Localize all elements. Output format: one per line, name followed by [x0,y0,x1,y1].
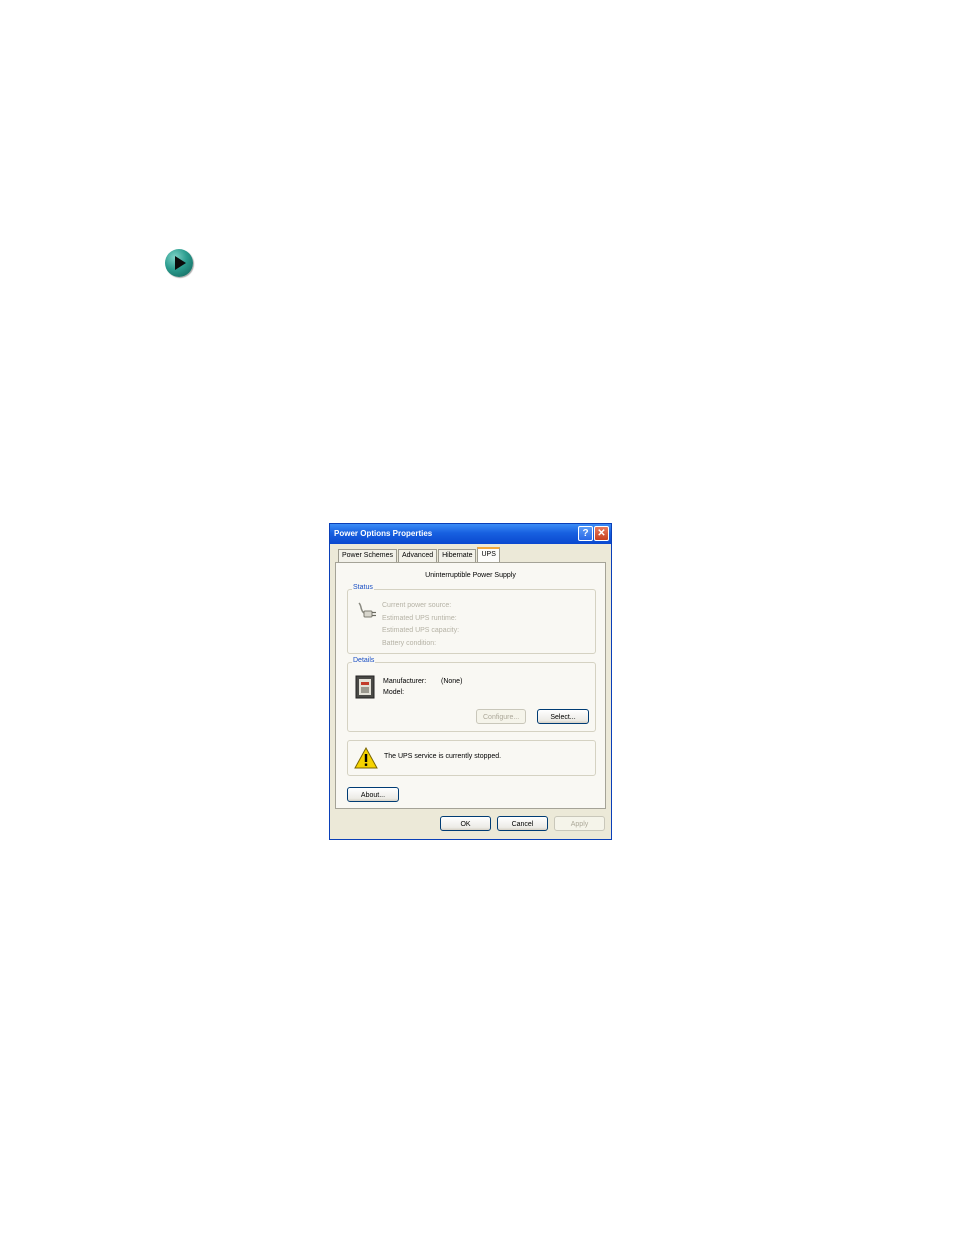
tab-advanced[interactable]: Advanced [397,549,438,563]
status-group: Status Current power source: Estimated U… [347,584,596,654]
help-button[interactable]: ? [578,526,593,541]
tab-power-schemes[interactable]: Power Schemes [338,549,397,563]
help-icon: ? [582,528,589,539]
dialog-title: Power Options Properties [334,529,433,538]
status-battery-condition: Battery condition: [382,639,437,647]
warning-group: The UPS service is currently stopped. [347,740,596,776]
arrow-bullet-icon [165,249,193,277]
ok-button[interactable]: OK [440,816,491,831]
title-bar[interactable]: Power Options Properties ? ✕ [330,524,611,544]
ups-device-icon [355,675,375,699]
about-button[interactable]: About... [347,787,399,802]
ups-tab-panel: Uninterruptible Power Supply Status Curr… [335,562,606,809]
close-button[interactable]: ✕ [594,526,609,541]
power-options-dialog: Power Options Properties ? ✕ Power Schem… [329,523,612,840]
details-group: Details Manufacturer: (None) Model: Conf… [347,657,596,732]
cancel-button[interactable]: Cancel [497,816,548,831]
apply-button[interactable]: Apply [554,816,605,831]
tab-strip: Power Schemes Advanced Hibernate UPS [338,547,501,564]
details-info: Manufacturer: (None) Model: [383,676,462,698]
details-group-label: Details [352,657,376,664]
manufacturer-value: (None) [441,678,463,685]
model-label: Model: [383,689,405,696]
manufacturer-label: Manufacturer: [383,678,427,685]
select-button[interactable]: Select... [537,709,589,724]
panel-heading: Uninterruptible Power Supply [425,572,516,579]
status-estimated-runtime: Estimated UPS runtime: [382,614,457,622]
warning-icon [354,747,378,769]
close-icon: ✕ [597,528,606,539]
status-current-power-source: Current power source: [382,602,452,609]
power-plug-icon [358,602,376,618]
status-group-label: Status [352,584,374,591]
configure-button[interactable]: Configure... [476,709,526,724]
ups-service-status-text: The UPS service is currently stopped. [384,753,502,760]
status-estimated-capacity: Estimated UPS capacity: [382,627,460,634]
status-lines: Current power source: Estimated UPS runt… [382,600,459,650]
tab-hibernate[interactable]: Hibernate [438,549,477,563]
